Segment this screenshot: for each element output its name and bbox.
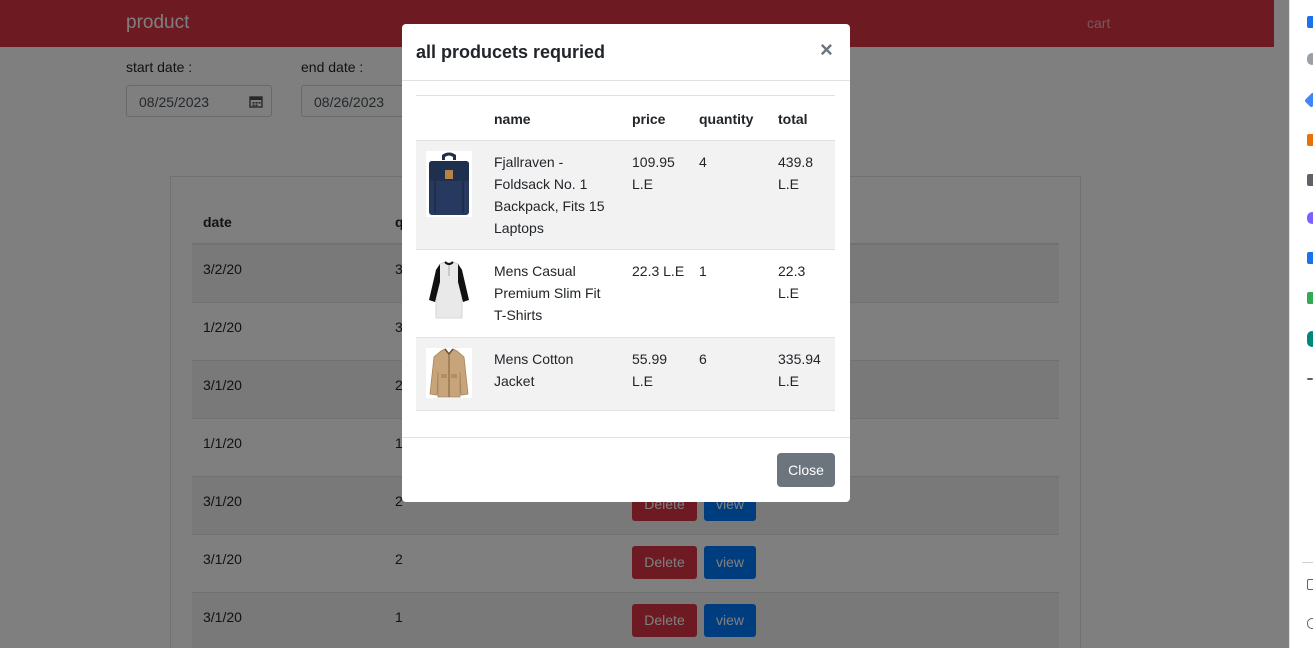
modal-footer-divider [402, 437, 850, 438]
sidebar-app-icon[interactable] [1307, 134, 1313, 146]
header-quantity: quantity [699, 111, 754, 127]
product-name: Mens Cotton Jacket [494, 351, 574, 389]
sidebar-divider [1302, 562, 1313, 563]
close-button[interactable]: Close [777, 453, 835, 487]
sidebar-settings-icon[interactable] [1307, 618, 1313, 629]
product-total: 439.8 L.E [778, 154, 814, 192]
modal-header-divider [402, 80, 850, 81]
table-row: Mens Casual Premium Slim Fit T-Shirts 22… [416, 250, 835, 338]
sidebar-search-icon[interactable] [1307, 53, 1313, 65]
product-price: 109.95 L.E [632, 154, 675, 192]
header-price: price [632, 111, 666, 127]
modal-title: all producets requried [416, 42, 606, 62]
close-icon[interactable]: × [820, 38, 833, 62]
sidebar-app-icon[interactable] [1307, 212, 1313, 224]
product-name: Fjallraven - Foldsack No. 1 Backpack, Fi… [494, 154, 605, 236]
sidebar-app-icon[interactable] [1307, 331, 1313, 347]
sidebar-layout-icon[interactable] [1307, 579, 1313, 590]
product-price: 55.99 L.E [632, 351, 668, 389]
jacket-image [426, 348, 472, 398]
product-total: 335.94 L.E [778, 351, 821, 389]
header-total: total [778, 111, 808, 127]
products-table: name price quantity total Fjallraven - F… [416, 95, 835, 411]
sidebar-app-icon[interactable] [1307, 174, 1313, 186]
header-name: name [494, 111, 531, 127]
product-price: 22.3 L.E [632, 263, 685, 279]
sidebar-app-icon[interactable] [1307, 252, 1313, 264]
sidebar-app-icon[interactable] [1304, 92, 1313, 108]
product-quantity: 4 [699, 154, 707, 170]
sidebar-app-icon[interactable] [1307, 292, 1313, 304]
product-quantity: 1 [699, 263, 707, 279]
products-modal: all producets requried × name price quan… [402, 24, 850, 502]
sidebar-add-icon[interactable] [1307, 378, 1313, 380]
browser-sidebar [1289, 0, 1313, 648]
backpack-image [426, 151, 472, 217]
table-row: Mens Cotton Jacket 55.99 L.E 6 335.94 L.… [416, 338, 835, 411]
product-name: Mens Casual Premium Slim Fit T-Shirts [494, 263, 601, 323]
product-quantity: 6 [699, 351, 707, 367]
products-header-row: name price quantity total [416, 96, 835, 141]
tshirt-image [426, 260, 472, 320]
sidebar-app-icon[interactable] [1307, 16, 1313, 28]
table-row: Fjallraven - Foldsack No. 1 Backpack, Fi… [416, 141, 835, 250]
product-total: 22.3 L.E [778, 263, 806, 301]
